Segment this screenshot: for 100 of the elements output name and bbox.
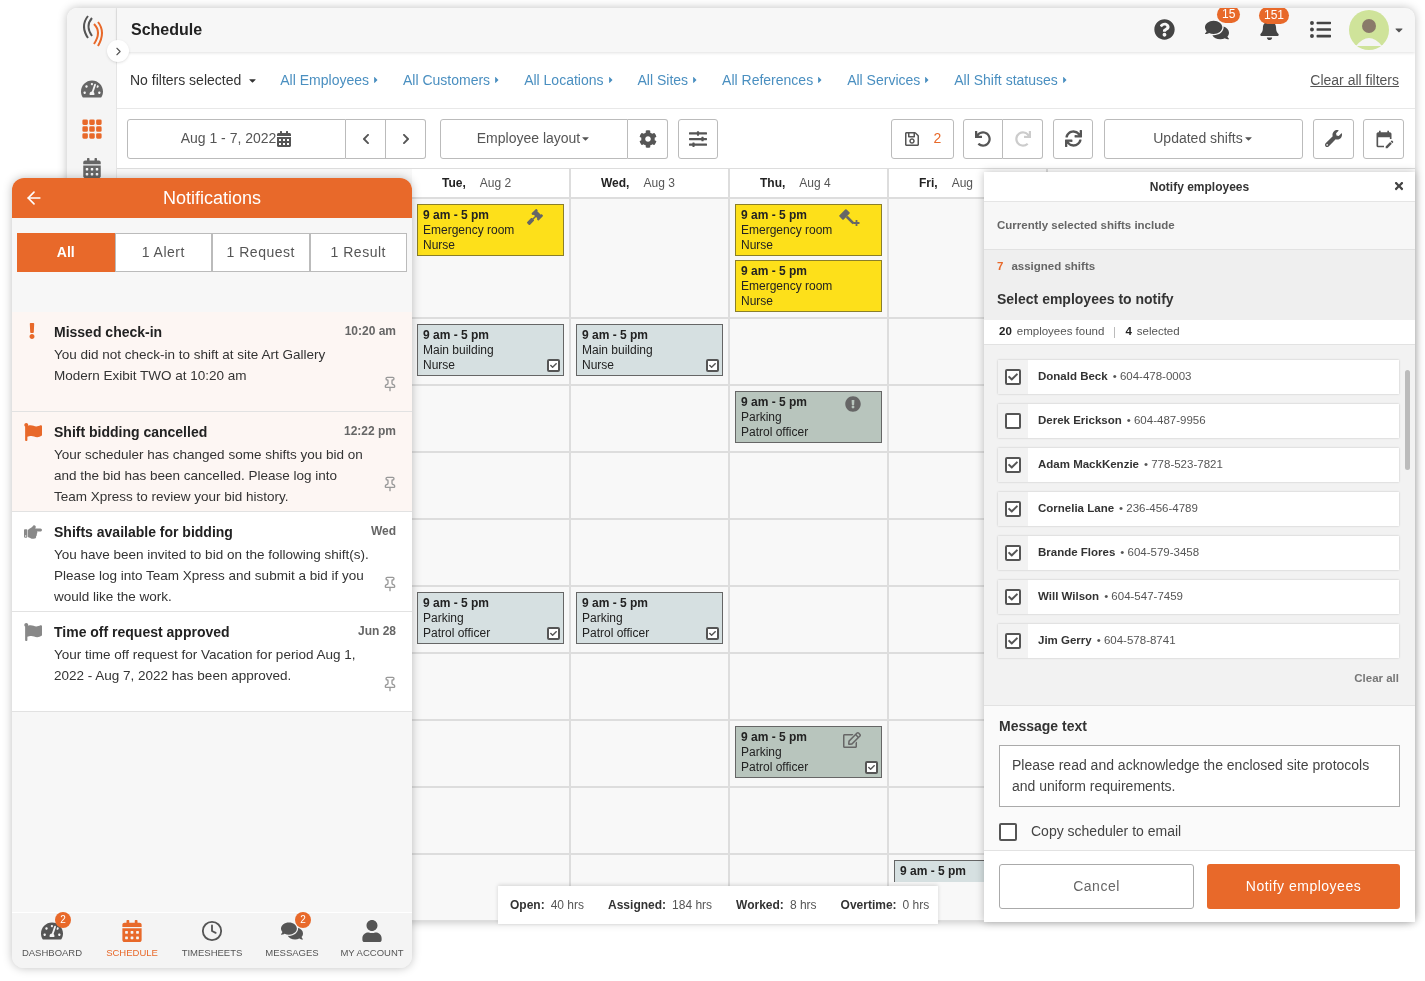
assigned-label: assigned shifts — [1011, 259, 1096, 274]
grid-icon[interactable] — [80, 118, 103, 140]
close-icon[interactable] — [1393, 180, 1405, 192]
notification-body: You did not check-in to shift at site Art Gallery Modern Exibit TWO at 10:20 am — [54, 346, 327, 385]
checkmark-icon — [550, 362, 557, 369]
filter-link[interactable]: All Sites — [637, 69, 701, 91]
shift-card[interactable]: 9 am - 5 pm Main building Nurse — [417, 324, 564, 376]
shift-checkbox[interactable] — [547, 359, 560, 372]
shift-site: Emergency room — [423, 223, 515, 238]
employee-row[interactable]: Will Wilson • 604-547-7459 — [998, 580, 1399, 614]
nav-item[interactable]: 2 MESSAGES — [252, 913, 332, 968]
shift-card[interactable]: 9 am - 5 pm — [894, 860, 987, 882]
calendar-icon[interactable] — [81, 158, 102, 178]
shift-time: 9 am - 5 pm — [741, 730, 808, 745]
stat-label: Overtime: — [840, 897, 897, 914]
shift-card[interactable]: 9 am - 5 pm Emergency room Nurse — [417, 204, 564, 256]
gauge-icon[interactable] — [80, 78, 103, 100]
employee-checkbox[interactable] — [1005, 369, 1021, 385]
calendar-edit-button[interactable] — [1363, 118, 1404, 159]
avatar[interactable] — [1349, 9, 1389, 50]
notification-item[interactable]: Shift bidding cancelled 12:22 pm Your scheduler has changed some shifts you bid on and the bid has been cancelled. Please log into Team Xpress to review your bid history. — [12, 412, 412, 512]
notification-item[interactable]: Missed check-in 10:20 am You did not check-in to shift at site Art Gallery Modern Exibit TWO at 10:20 am — [12, 312, 412, 412]
list-icon[interactable] — [1310, 19, 1331, 41]
pin-icon[interactable] — [382, 676, 398, 692]
shift-checkbox[interactable] — [706, 359, 719, 372]
checkbox[interactable] — [999, 822, 1017, 841]
employee-phone: • 778-523-7821 — [1144, 457, 1223, 473]
date-range-field[interactable]: Aug 1 - 7, 2022 — [127, 118, 346, 159]
checkmark-icon — [709, 630, 716, 637]
filter-tab[interactable]: 1 Result — [309, 233, 407, 272]
selected-count: 4 — [1125, 324, 1132, 340]
checkmark-icon — [1008, 548, 1018, 558]
wrench-button[interactable] — [1313, 118, 1354, 159]
filter-link[interactable]: All References — [722, 69, 826, 91]
employee-checkbox[interactable] — [1005, 545, 1021, 561]
view-select[interactable]: Updated shifts — [1104, 118, 1303, 159]
employee-phone: • 236-456-4789 — [1119, 501, 1198, 517]
filter-link[interactable]: All Shift statuses — [954, 69, 1070, 91]
layout-select[interactable]: Employee layout — [440, 118, 628, 159]
refresh-button[interactable] — [1053, 118, 1093, 159]
shift-checkbox[interactable] — [706, 627, 719, 640]
clear-all-link[interactable]: Clear all — [1354, 670, 1399, 688]
shift-card[interactable]: 9 am - 5 pm Parking Patrol officer — [417, 592, 564, 644]
nav-item[interactable]: MY ACCOUNT — [332, 913, 412, 968]
filter-link[interactable]: All Locations — [524, 69, 616, 91]
employee-checkbox[interactable] — [1005, 633, 1021, 649]
employee-row[interactable]: Jim Gerry • 604-578-8741 — [998, 624, 1399, 658]
settings-button[interactable] — [628, 118, 668, 159]
employee-name: Derek Erickson — [1038, 413, 1122, 429]
employee-name: Brande Flores — [1038, 545, 1116, 561]
checkmark-icon — [1008, 636, 1018, 646]
shift-card[interactable]: 9 am - 5 pm Parking Patrol officer — [735, 726, 882, 778]
notification-title: Time off request approved — [54, 623, 230, 642]
shift-card[interactable]: 9 am - 5 pm Parking Patrol officer — [735, 391, 882, 443]
employee-row[interactable]: Donald Beck • 604-478-0003 — [998, 360, 1399, 394]
filter-link[interactable]: All Employees — [280, 69, 381, 91]
employee-row[interactable]: Brande Flores • 604-579-3458 — [998, 536, 1399, 570]
shift-time: 9 am - 5 pm — [582, 596, 649, 611]
pin-icon[interactable] — [382, 576, 398, 592]
employee-checkbox[interactable] — [1005, 457, 1021, 473]
employee-phone: • 604-547-7459 — [1104, 589, 1183, 605]
employee-row[interactable]: Cornelia Lane • 236-456-4789 — [998, 492, 1399, 526]
filter-dropdown[interactable]: No filters selected — [130, 69, 259, 91]
clear-filters-link[interactable]: Clear all filters — [1310, 69, 1399, 91]
panel-title: Notify employees — [1149, 178, 1250, 196]
employee-checkbox[interactable] — [1005, 501, 1021, 517]
scrollbar[interactable] — [1405, 370, 1410, 470]
cancel-button[interactable]: Cancel — [999, 864, 1194, 909]
undo-button[interactable] — [963, 118, 1003, 159]
sliders-icon — [689, 129, 707, 148]
message-field[interactable]: Please read and acknowledge the enclosed site protocols and uniform requirements. — [999, 745, 1400, 807]
pin-icon[interactable] — [382, 376, 398, 392]
shift-card[interactable]: 9 am - 5 pm Main building Nurse — [576, 324, 723, 376]
employee-row[interactable]: Derek Erickson • 604-487-9956 — [998, 404, 1399, 438]
filter-tab[interactable]: 1 Request — [212, 233, 310, 272]
shift-role: Patrol officer — [741, 760, 809, 775]
nav-item[interactable]: 2 DASHBOARD — [12, 913, 92, 968]
pin-icon[interactable] — [382, 476, 398, 492]
stat-label: Worked: — [736, 897, 784, 914]
gavel-plus-icon — [839, 209, 861, 227]
shift-checkbox[interactable] — [547, 627, 560, 640]
found-count: 20 — [999, 324, 1012, 340]
help-icon[interactable] — [1154, 19, 1175, 41]
shift-site: Emergency room — [741, 223, 833, 238]
filter-tab[interactable]: 1 Alert — [114, 233, 212, 272]
employee-checkbox[interactable] — [1005, 589, 1021, 605]
shift-checkbox[interactable] — [865, 761, 878, 774]
count-badge: 151 — [1259, 8, 1290, 25]
filter-link[interactable]: All Services — [847, 69, 933, 91]
shift-card[interactable]: 9 am - 5 pm Emergency room Nurse — [735, 260, 882, 312]
sliders-button[interactable] — [678, 118, 718, 159]
shift-card[interactable]: 9 am - 5 pm Parking Patrol officer — [576, 592, 723, 644]
assigned-count: 7 — [997, 259, 1004, 274]
filter-link[interactable]: All Customers — [403, 69, 503, 91]
shift-card[interactable]: 9 am - 5 pm Emergency room Nurse — [735, 204, 882, 256]
employee-checkbox[interactable] — [1005, 413, 1021, 429]
employee-row[interactable]: Adam MackKenzie • 778-523-7821 — [998, 448, 1399, 482]
notification-item[interactable]: Time off request approved Jun 28 Your time off request for Vacation for period Aug 1, 2022 - Aug 7, 2022 has been approved. — [12, 612, 412, 712]
notification-item[interactable]: Shifts available for bidding Wed You have been invited to bid on the following shift(s). Please log into Team Xpress and submit a bid if you would like the work. — [12, 512, 412, 612]
nav-item[interactable]: TIMESHEETS — [172, 913, 252, 968]
